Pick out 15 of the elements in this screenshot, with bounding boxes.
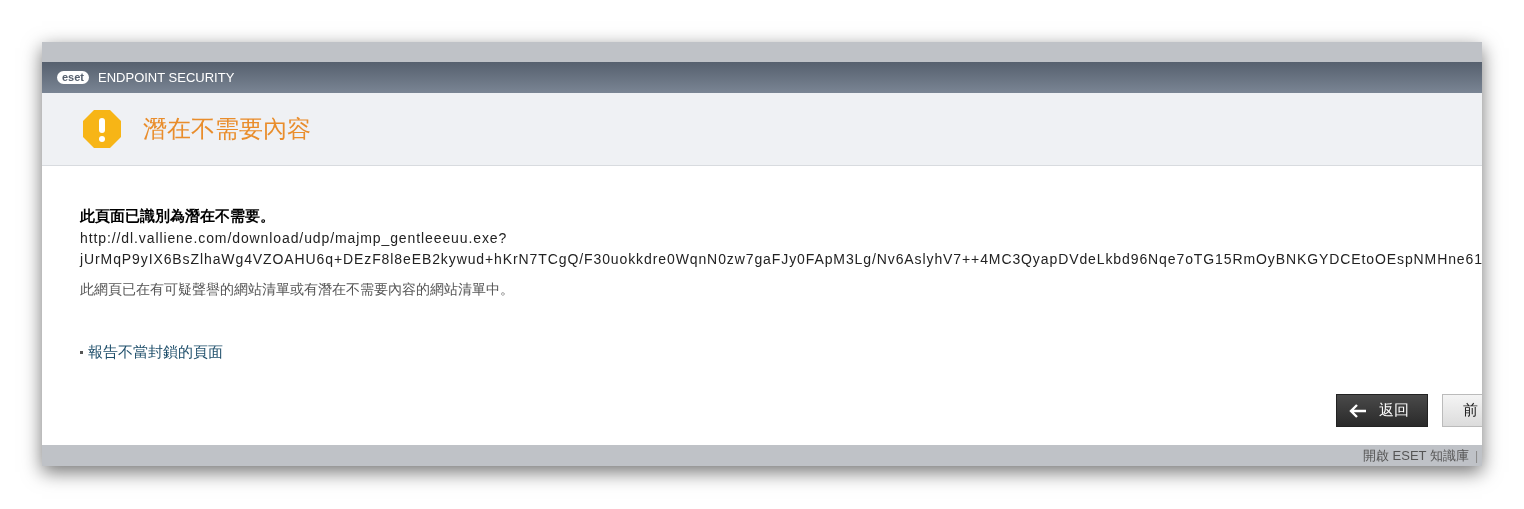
heading: 此頁面已識別為潛在不需要。 — [80, 207, 276, 226]
warning-icon — [83, 110, 121, 148]
bullet-icon — [80, 350, 83, 354]
arrow-left-icon — [1349, 403, 1367, 418]
knowledge-base-link[interactable]: 開啟 ESET 知識庫 — [1362, 445, 1469, 466]
description: 此網頁已在有可疑聲譽的網站清單或有潛在不需要內容的網站清單中。 — [80, 280, 515, 299]
logo: eset — [57, 71, 90, 84]
page-title: 潛在不需要內容 — [143, 114, 311, 145]
forward-button[interactable]: 前 — [1442, 394, 1482, 427]
report-link[interactable]: 報告不當封鎖的頁面 — [88, 341, 223, 364]
separator: | — [1474, 447, 1478, 465]
window-title: ENDPOINT SECURITY — [98, 68, 235, 87]
url-text: jUrMqP9yIX6BsZlhaWg4VZOAHU6q+DEzF8l8eEB2kywud+hKrN7TCgQ/F30uokkdre0WqnN0zw7gaFJy0FApM3Lg/Nv6AslyhV7++4MC3QyapDVdeLkbd96Nqe7oTG15RmOyBNKGYDCEtoOEspNMHne61 — [80, 249, 1482, 269]
back-button[interactable]: 返回 — [1336, 394, 1428, 427]
url-text: http://dl.valliene.com/download/udp/majmp_gentleeeuu.exe? — [80, 228, 509, 248]
